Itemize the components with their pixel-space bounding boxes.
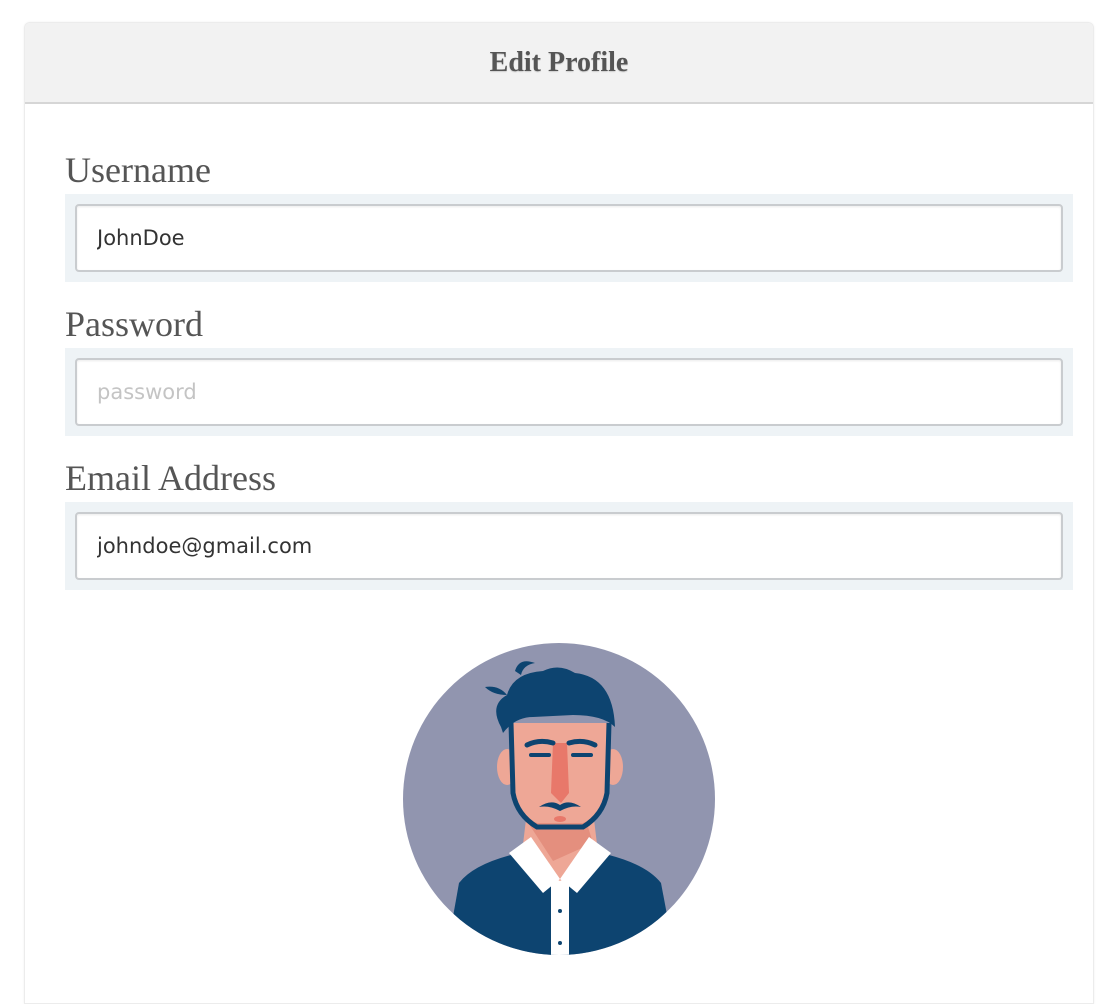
password-group: Password xyxy=(65,304,1073,436)
edit-profile-card: Edit Profile Username Password Email Add… xyxy=(24,22,1094,1004)
password-field-wrapper xyxy=(65,348,1073,436)
email-input[interactable] xyxy=(75,512,1063,580)
email-group: Email Address xyxy=(65,458,1073,590)
password-input[interactable] xyxy=(75,358,1063,426)
email-label: Email Address xyxy=(65,458,276,498)
username-label: Username xyxy=(65,150,211,190)
username-input[interactable] xyxy=(75,204,1063,272)
password-label: Password xyxy=(65,304,204,344)
avatar[interactable] xyxy=(403,643,715,955)
email-field-wrapper xyxy=(65,502,1073,590)
username-field-wrapper xyxy=(65,194,1073,282)
page-title: Edit Profile xyxy=(489,46,629,78)
username-group: Username xyxy=(65,150,1073,282)
avatar-man-icon xyxy=(403,643,715,955)
card-header: Edit Profile xyxy=(25,23,1093,104)
